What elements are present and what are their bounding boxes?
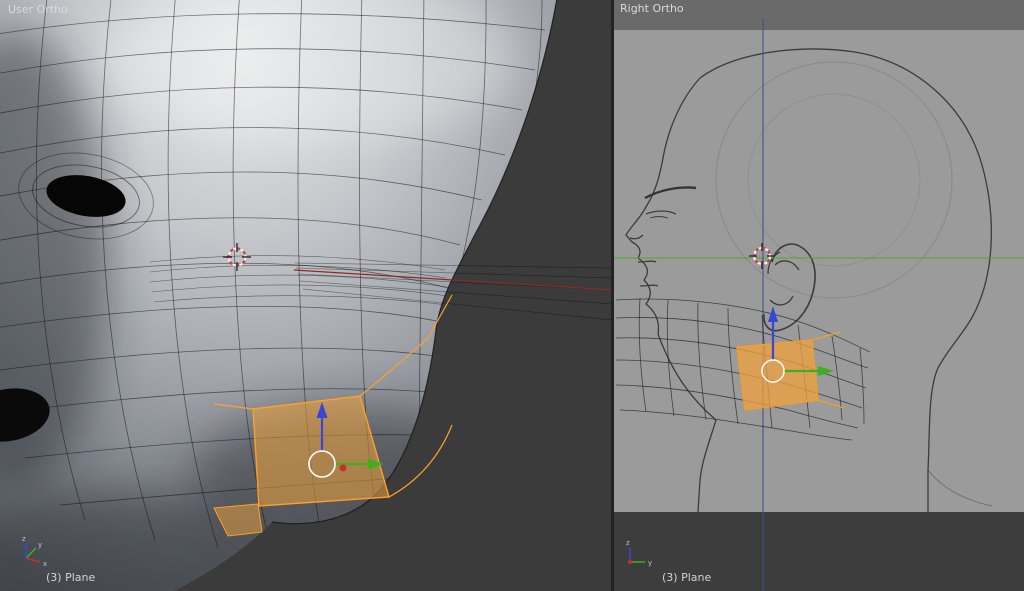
object-info-right: (3) Plane xyxy=(662,571,711,584)
gizmo-x-handle[interactable] xyxy=(340,465,347,472)
mini-axis-x-dot xyxy=(628,560,632,564)
viewport-3d-user-ortho[interactable]: x y z User Ortho (3) Plane xyxy=(0,0,612,591)
viewport-label-left: User Ortho xyxy=(8,3,68,16)
mini-axis-x-label: x xyxy=(43,560,47,568)
mini-axis-y-label: y xyxy=(648,559,652,567)
blender-window: x y z User Ortho (3) Plane xyxy=(0,0,1024,591)
viewport-3d-right-ortho[interactable]: y z Right Ortho (3) Plane xyxy=(612,0,1024,591)
object-info-left: (3) Plane xyxy=(46,571,95,584)
mini-axis-z-label: z xyxy=(626,539,630,547)
viewport-divider[interactable] xyxy=(611,0,614,591)
viewport-label-right: Right Ortho xyxy=(620,2,684,15)
mini-axis-z-label: z xyxy=(22,535,26,543)
reference-image-background xyxy=(612,30,1024,512)
selected-face[interactable] xyxy=(737,340,818,410)
mini-axis-y-label: y xyxy=(38,541,42,549)
